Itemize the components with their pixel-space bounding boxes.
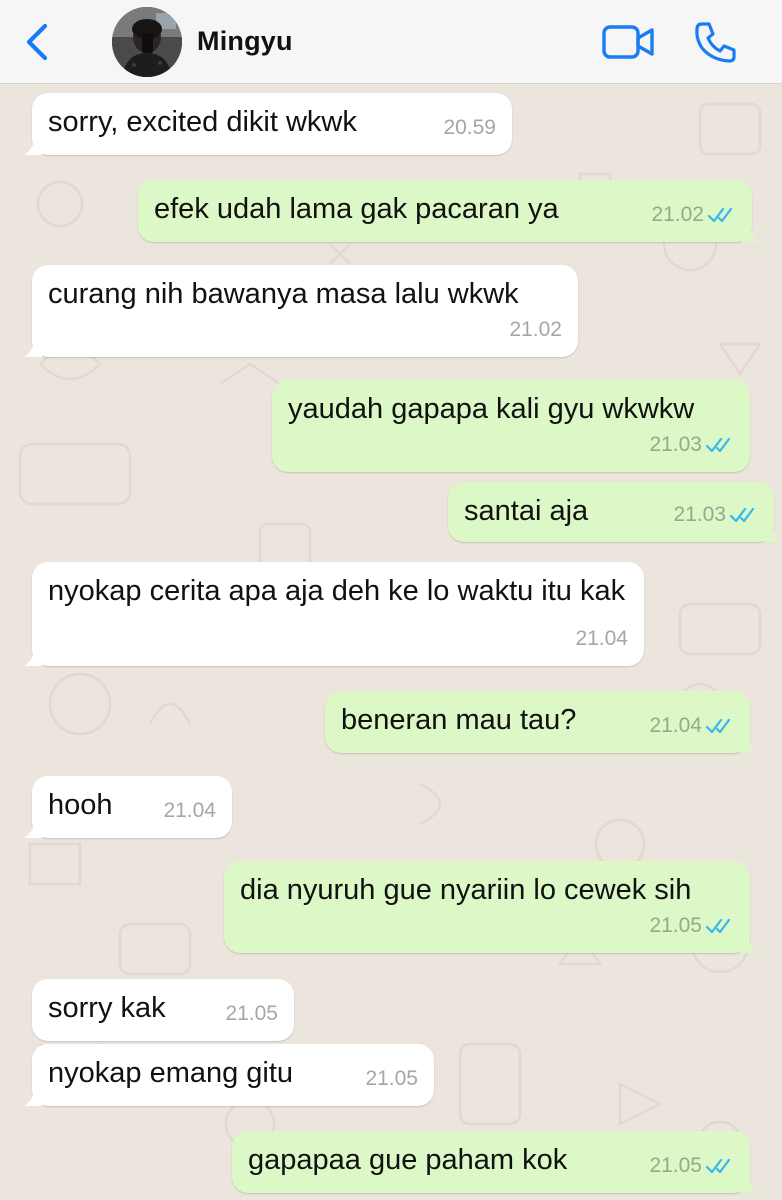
double-check-icon [708,206,738,224]
message-meta: 21.04 [575,619,628,658]
bubble-tail [740,935,758,953]
bubble-tail [742,224,760,242]
message-time: 21.05 [365,1067,418,1090]
message-meta: 21.05 [649,906,736,945]
back-button[interactable] [16,20,56,64]
message-text: yaudah gapapa kali gyu wkwkw [288,393,695,425]
message-time: 21.05 [649,1154,702,1177]
video-call-button[interactable] [600,22,656,62]
message-meta: 21.04 [649,706,736,745]
outgoing-message[interactable]: gapapaa gue paham kok 21.05 [232,1131,758,1193]
double-check-icon [706,436,736,454]
message-time: 21.03 [649,433,702,456]
chat-header: Mingyu [0,0,782,84]
message-time: 21.04 [163,799,216,822]
message-meta: 21.03 [673,495,760,534]
message-meta: 21.05 [649,1146,736,1185]
chat-area[interactable]: sorry, excited dikit wkwk 20.59 efek udah … [0,84,782,1200]
message-meta: 21.02 [651,195,738,234]
outgoing-message[interactable]: efek udah lama gak pacaran ya 21.02 [138,180,760,242]
double-check-icon [706,1157,736,1175]
contact-name[interactable]: Mingyu [197,26,293,57]
message-time: 21.05 [225,1002,278,1025]
message-time: 21.04 [649,714,702,737]
incoming-message[interactable]: nyokap emang gitu 21.05 [24,1044,434,1106]
avatar-photo [112,7,182,77]
double-check-icon [730,506,760,524]
message-text: efek udah lama gak pacaran ya [154,193,559,225]
outgoing-message[interactable]: dia nyuruh gue nyariin lo cewek sih 21.05 [224,861,758,953]
outgoing-message[interactable]: yaudah gapapa kali gyu wkwkw 21.03 [272,380,750,472]
message-time: 21.02 [509,318,562,341]
bubble-tail [764,524,782,542]
message-meta: 21.04 [163,791,216,830]
message-time: 21.02 [651,203,704,226]
incoming-message[interactable]: curang nih bawanya masa lalu wkwk 21.02 [24,265,578,357]
message-meta: 20.59 [443,108,496,147]
bubble-tail [740,1175,758,1193]
bubble-tail [740,735,758,753]
bubble-tail [24,820,42,838]
message-text: nyokap emang gitu [48,1057,294,1089]
video-camera-icon [602,25,654,59]
bubble-tail [24,648,42,666]
bubble-tail [24,137,42,155]
bubble-tail [24,1088,42,1106]
incoming-message[interactable]: hooh 21.04 [24,776,232,838]
message-meta: 21.02 [509,310,562,349]
message-text: nyokap cerita apa aja deh ke lo waktu it… [48,575,626,607]
message-text: sorry, excited dikit wkwk [48,106,357,138]
message-time: 20.59 [443,116,496,139]
phone-icon [695,22,736,63]
message-meta: 21.05 [225,994,278,1033]
avatar[interactable] [112,7,182,77]
message-text: dia nyuruh gue nyariin lo cewek sih [240,874,692,906]
message-time: 21.03 [673,503,726,526]
message-meta: 21.05 [365,1059,418,1098]
voice-call-button[interactable] [692,20,738,64]
message-time: 21.04 [575,627,628,650]
message-time: 21.05 [649,914,702,937]
incoming-message[interactable]: sorry, excited dikit wkwk 20.59 [24,93,512,155]
incoming-message[interactable]: sorry kak 21.05 [32,979,294,1041]
outgoing-message[interactable]: beneran mau tau? 21.04 [325,691,758,753]
message-text: curang nih bawanya masa lalu wkwk [48,278,519,310]
chevron-left-icon [26,23,48,61]
double-check-icon [706,917,736,935]
bubble-tail [24,339,42,357]
outgoing-message[interactable]: santai aja 21.03 [448,482,782,542]
incoming-message[interactable]: nyokap cerita apa aja deh ke lo waktu it… [24,562,644,666]
message-meta: 21.03 [649,425,736,464]
double-check-icon [706,717,736,735]
